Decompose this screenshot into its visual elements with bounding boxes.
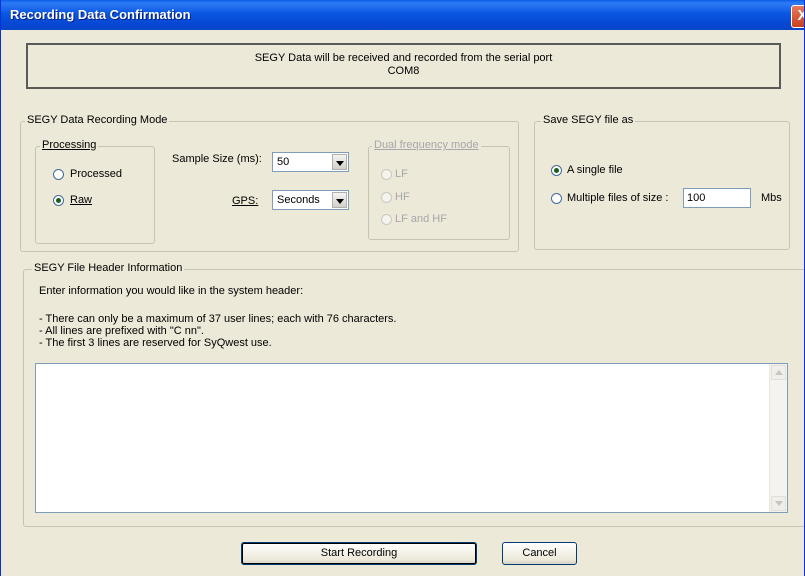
info-banner: SEGY Data will be received and recorded …: [26, 43, 781, 89]
sample-size-value: 50: [277, 156, 290, 168]
chevron-down-icon[interactable]: [332, 192, 347, 208]
header-note-2: - All lines are prefixed with "C nn".: [39, 325, 204, 337]
single-file-label[interactable]: A single file: [567, 164, 623, 176]
banner-port: COM8: [387, 65, 420, 77]
header-note-1: - There can only be a maximum of 37 user…: [39, 313, 397, 325]
multiple-files-radio[interactable]: [551, 193, 562, 204]
scroll-down-icon[interactable]: [771, 496, 786, 511]
title-bar[interactable]: Recording Data Confirmation: [1, 0, 804, 30]
sample-size-label: Sample Size (ms):: [172, 153, 262, 165]
lf-radio[interactable]: [381, 169, 392, 180]
recording-mode-legend: SEGY Data Recording Mode: [25, 114, 170, 126]
lf-label[interactable]: LF: [395, 168, 408, 180]
header-intro-text: Enter information you would like in the …: [39, 285, 304, 297]
processing-legend: Processing: [40, 139, 99, 151]
lf-and-hf-radio[interactable]: [381, 214, 392, 225]
save-as-legend: Save SEGY file as: [541, 114, 636, 126]
lf-and-hf-label[interactable]: LF and HF: [395, 213, 447, 225]
raw-radio[interactable]: [53, 195, 64, 206]
gps-value: Seconds: [277, 194, 320, 206]
multiple-files-label[interactable]: Multiple files of size :: [567, 192, 668, 204]
start-recording-button[interactable]: Start Recording: [241, 542, 477, 565]
header-textarea[interactable]: [35, 363, 788, 513]
dialog-window: Recording Data Confirmation X SEGY Data …: [0, 0, 805, 576]
chevron-down-icon[interactable]: [332, 154, 347, 170]
header-note-3: - The first 3 lines are reserved for SyQ…: [39, 337, 272, 349]
processed-label[interactable]: Processed: [70, 168, 122, 180]
radio-checked-dot: [56, 198, 61, 203]
header-info-legend: SEGY File Header Information: [32, 262, 185, 274]
raw-label[interactable]: Raw: [70, 194, 92, 206]
save-as-group: Save SEGY file as: [534, 114, 790, 250]
banner-line-1: SEGY Data will be received and recorded …: [254, 52, 553, 64]
close-icon[interactable]: X: [791, 5, 804, 28]
gps-select[interactable]: Seconds: [272, 190, 349, 210]
hf-radio[interactable]: [381, 192, 392, 203]
hf-label[interactable]: HF: [395, 191, 410, 203]
gps-label: GPS:: [232, 195, 259, 207]
file-size-unit: Mbs: [761, 192, 782, 204]
window-title: Recording Data Confirmation: [10, 7, 191, 22]
single-file-radio[interactable]: [551, 165, 562, 176]
scroll-up-icon[interactable]: [771, 365, 786, 380]
radio-checked-dot: [554, 168, 559, 173]
file-size-input[interactable]: 100: [683, 188, 751, 208]
file-size-value: 100: [687, 192, 706, 204]
processed-radio[interactable]: [53, 169, 64, 180]
vertical-scrollbar[interactable]: [769, 364, 787, 512]
sample-size-select[interactable]: 50: [272, 152, 349, 172]
processing-group: Processing: [35, 139, 155, 244]
dual-frequency-legend: Dual frequency mode: [372, 139, 481, 151]
cancel-button[interactable]: Cancel: [502, 542, 577, 565]
